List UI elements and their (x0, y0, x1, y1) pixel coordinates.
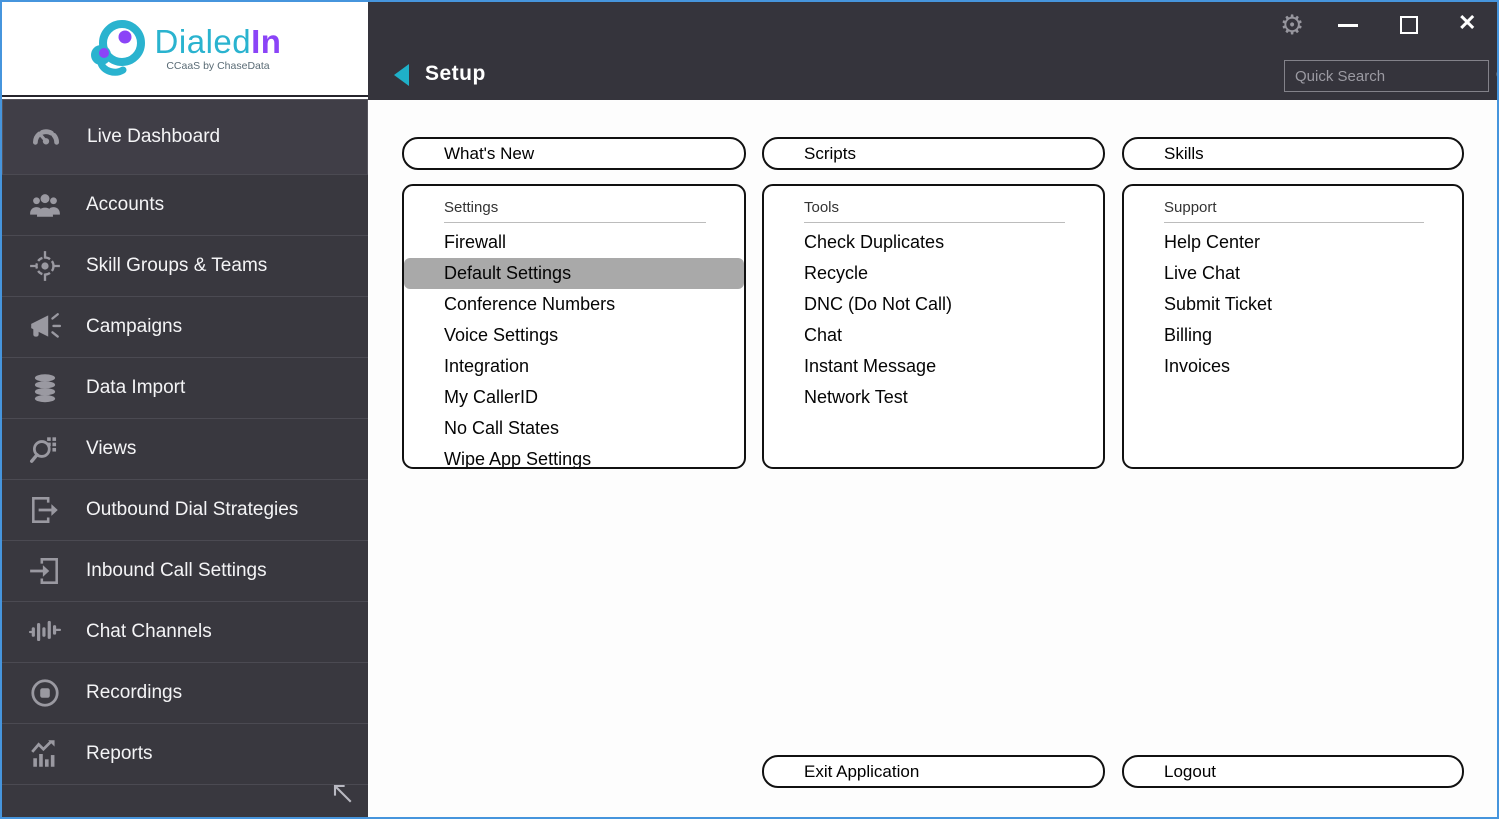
back-arrow-icon[interactable] (394, 64, 409, 86)
panel-title: Tools (804, 199, 840, 216)
whats-new-button[interactable]: What's New (402, 137, 746, 170)
sidebar-item-inbound-call-settings[interactable]: Inbound Call Settings (2, 541, 368, 602)
sidebar-item-views[interactable]: Views (2, 419, 368, 480)
sidebar-item-label: Skill Groups & Teams (86, 255, 268, 276)
sidebar-item-accounts[interactable]: Accounts (2, 175, 368, 236)
list-item-help-center[interactable]: Help Center (1124, 227, 1462, 258)
app-window: DialedIn CCaaS by ChaseData Live Dashboa… (0, 0, 1499, 819)
list-item-recycle[interactable]: Recycle (764, 258, 1103, 289)
list-item-voice-settings[interactable]: Voice Settings (404, 320, 744, 351)
scripts-button[interactable]: Scripts (762, 137, 1105, 170)
sidebar-item-campaigns[interactable]: Campaigns (2, 297, 368, 358)
sidebar-item-skill-groups-teams[interactable]: Skill Groups & Teams (2, 236, 368, 297)
list-item-network-test[interactable]: Network Test (764, 382, 1103, 413)
sidebar-item-outbound-dial-strategies[interactable]: Outbound Dial Strategies (2, 480, 368, 541)
divider (804, 222, 1065, 223)
logo-wordmark: DialedIn (154, 23, 282, 60)
megaphone-icon (28, 310, 62, 344)
list-item-billing[interactable]: Billing (1124, 320, 1462, 351)
list-item-wipe-app-settings[interactable]: Wipe App Settings (404, 444, 744, 467)
list-item-dnc[interactable]: DNC (Do Not Call) (764, 289, 1103, 320)
list-item-default-settings[interactable]: Default Settings (404, 258, 744, 289)
list-item-conference-numbers[interactable]: Conference Numbers (404, 289, 744, 320)
list-item-instant-message[interactable]: Instant Message (764, 351, 1103, 382)
sidebar-item-label: Accounts (86, 194, 165, 215)
maximize-button[interactable] (1400, 16, 1418, 34)
support-panel: Support Help Center Live Chat Submit Tic… (1122, 184, 1464, 469)
magnifier-grid-icon (28, 432, 62, 466)
logout-button[interactable]: Logout (1122, 755, 1464, 788)
target-icon (28, 249, 62, 283)
sidebar-item-label: Views (86, 438, 137, 459)
tools-list: Check Duplicates Recycle DNC (Do Not Cal… (764, 227, 1103, 413)
main-content: What's New Scripts Skills Settings Firew… (368, 100, 1497, 817)
button-label: Logout (1164, 761, 1216, 781)
logo-panel: DialedIn CCaaS by ChaseData (2, 2, 368, 97)
settings-list: Firewall Default Settings Conference Num… (404, 227, 744, 467)
button-label: What's New (444, 143, 535, 163)
button-label: Scripts (804, 143, 856, 163)
list-item-invoices[interactable]: Invoices (1124, 351, 1462, 382)
dialedin-logo-icon (89, 15, 147, 82)
chart-icon (28, 737, 62, 771)
list-item-chat[interactable]: Chat (764, 320, 1103, 351)
list-item-check-duplicates[interactable]: Check Duplicates (764, 227, 1103, 258)
support-list: Help Center Live Chat Submit Ticket Bill… (1124, 227, 1462, 382)
sidebar-item-label: Chat Channels (86, 621, 212, 642)
waveform-icon (28, 615, 62, 649)
divider (1164, 222, 1424, 223)
arrow-out-icon (28, 493, 62, 527)
sidebar-item-label: Reports (86, 743, 153, 764)
sidebar: Live Dashboard Accounts Skill Groups & T… (2, 99, 368, 817)
button-label: Skills (1164, 143, 1204, 163)
gauge-icon (29, 120, 63, 154)
sidebar-item-chat-channels[interactable]: Chat Channels (2, 602, 368, 663)
sidebar-item-recordings[interactable]: Recordings (2, 663, 368, 724)
settings-panel: Settings Firewall Default Settings Confe… (402, 184, 746, 469)
sidebar-item-label: Outbound Dial Strategies (86, 499, 299, 520)
sidebar-item-label: Recordings (86, 682, 183, 703)
list-item-integration[interactable]: Integration (404, 351, 744, 382)
sidebar-item-label: Campaigns (86, 316, 183, 337)
quick-search-box (1284, 60, 1497, 92)
arrow-in-icon (28, 554, 62, 588)
skills-button[interactable]: Skills (1122, 137, 1464, 170)
panel-title: Settings (444, 199, 499, 216)
list-item-submit-ticket[interactable]: Submit Ticket (1124, 289, 1462, 320)
exit-application-button[interactable]: Exit Application (762, 755, 1105, 788)
sidebar-item-reports[interactable]: Reports (2, 724, 368, 785)
tools-panel: Tools Check Duplicates Recycle DNC (Do N… (762, 184, 1105, 469)
stop-circle-icon (28, 676, 62, 710)
panel-title: Support (1164, 199, 1217, 216)
topbar: Setup ⚙ ✕ (368, 2, 1497, 100)
database-icon (28, 371, 62, 405)
users-icon (28, 188, 62, 222)
search-icon[interactable] (1494, 65, 1497, 87)
list-item-live-chat[interactable]: Live Chat (1124, 258, 1462, 289)
sidebar-item-live-dashboard[interactable]: Live Dashboard (2, 99, 368, 175)
collapse-sidebar-icon[interactable] (328, 779, 356, 807)
button-label: Exit Application (804, 761, 920, 781)
minimize-button[interactable] (1338, 24, 1358, 27)
divider (444, 222, 706, 223)
sidebar-item-label: Live Dashboard (87, 126, 221, 147)
list-item-my-callerid[interactable]: My CallerID (404, 382, 744, 413)
close-button[interactable]: ✕ (1458, 10, 1476, 36)
page-title: Setup (425, 62, 486, 85)
gear-icon[interactable]: ⚙ (1280, 10, 1304, 41)
list-item-no-call-states[interactable]: No Call States (404, 413, 744, 444)
sidebar-item-label: Inbound Call Settings (86, 560, 267, 581)
sidebar-item-label: Data Import (86, 377, 186, 398)
logo-subtitle: CCaaS by ChaseData (166, 60, 270, 72)
list-item-firewall[interactable]: Firewall (404, 227, 744, 258)
quick-search-input[interactable] (1285, 67, 1494, 85)
sidebar-item-data-import[interactable]: Data Import (2, 358, 368, 419)
